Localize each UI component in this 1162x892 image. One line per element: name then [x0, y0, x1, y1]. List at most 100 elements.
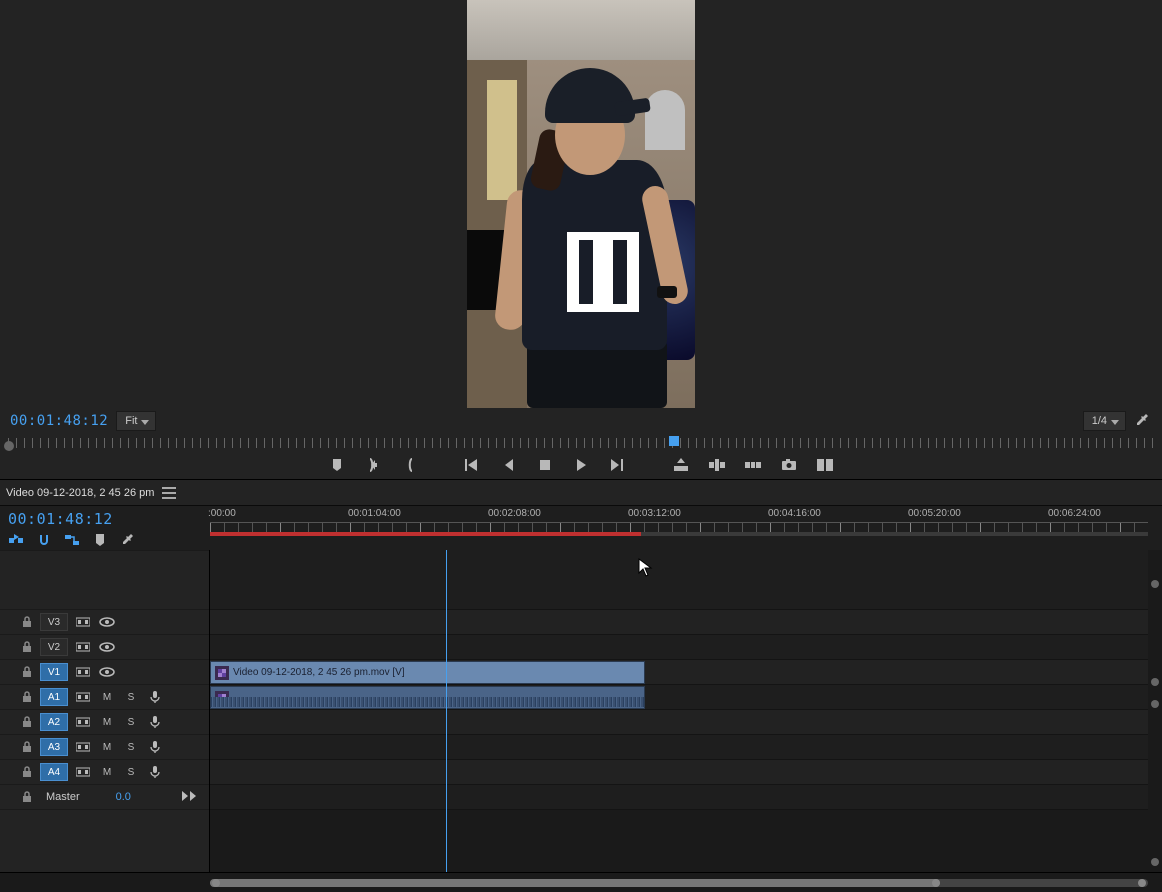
video-lane-v2[interactable] — [210, 635, 1148, 660]
ruler-tick-label: 00:02:08:00 — [488, 508, 541, 519]
timeline-horizontal-scrollbar[interactable] — [0, 872, 1162, 892]
video-clip[interactable]: Video 09-12-2018, 2 45 26 pm.mov [V] — [210, 661, 645, 684]
voice-over-mic-icon[interactable] — [146, 714, 164, 730]
voice-over-mic-icon[interactable] — [146, 739, 164, 755]
lock-icon[interactable] — [20, 716, 34, 728]
solo-button[interactable]: S — [122, 739, 140, 755]
master-track-label: Master — [46, 791, 80, 803]
go-to-out-icon[interactable] — [608, 456, 626, 474]
master-volume-value[interactable]: 0.0 — [116, 791, 131, 803]
timeline-ruler[interactable]: :00:0000:01:04:0000:02:08:0000:03:12:000… — [210, 506, 1162, 536]
toggle-track-visibility-icon[interactable] — [98, 639, 116, 655]
solo-button[interactable]: S — [122, 764, 140, 780]
solo-button[interactable]: S — [122, 714, 140, 730]
transport-controls — [0, 452, 1162, 479]
program-monitor-viewport[interactable] — [0, 0, 1162, 408]
track-lanes[interactable]: Video 09-12-2018, 2 45 26 pm.mov [V] — [210, 550, 1162, 872]
track-output-icon[interactable] — [74, 764, 92, 780]
timeline-tab-bar: Video 09-12-2018, 2 45 26 pm — [0, 480, 1162, 506]
snap-icon[interactable] — [36, 532, 52, 548]
audio-track-header-a4[interactable]: A4 MS — [0, 760, 209, 785]
monitor-scroll-thumb[interactable] — [4, 441, 14, 451]
solo-button[interactable]: S — [122, 689, 140, 705]
toggle-track-visibility-icon[interactable] — [98, 664, 116, 680]
mute-button[interactable]: M — [98, 714, 116, 730]
video-preview-frame — [467, 0, 695, 408]
track-target-v2[interactable]: V2 — [40, 638, 68, 656]
sequence-tab-name[interactable]: Video 09-12-2018, 2 45 26 pm — [6, 487, 154, 499]
step-back-icon[interactable] — [500, 456, 518, 474]
linked-selection-icon[interactable] — [64, 532, 80, 548]
add-marker-icon[interactable] — [328, 456, 346, 474]
track-target-a1[interactable]: A1 — [40, 688, 68, 706]
comparison-view-icon[interactable] — [816, 456, 834, 474]
video-track-header-v1[interactable]: V1 — [0, 660, 209, 685]
go-to-in-icon[interactable] — [464, 456, 482, 474]
voice-over-mic-icon[interactable] — [146, 764, 164, 780]
monitor-playhead-marker[interactable] — [669, 436, 679, 446]
track-target-v3[interactable]: V3 — [40, 613, 68, 631]
lock-icon[interactable] — [20, 741, 34, 753]
play-icon[interactable] — [572, 456, 590, 474]
audio-lane-a2[interactable] — [210, 710, 1148, 735]
video-lane-v3[interactable] — [210, 610, 1148, 635]
lock-icon[interactable] — [20, 691, 34, 703]
track-output-icon[interactable] — [74, 639, 92, 655]
toggle-track-visibility-icon[interactable] — [98, 614, 116, 630]
track-output-icon[interactable] — [74, 614, 92, 630]
audio-clip[interactable] — [210, 686, 645, 709]
track-target-v1[interactable]: V1 — [40, 663, 68, 681]
export-frame-icon[interactable] — [744, 456, 762, 474]
track-target-a2[interactable]: A2 — [40, 713, 68, 731]
ruler-tick-label: 00:04:16:00 — [768, 508, 821, 519]
zoom-fit-dropdown[interactable]: Fit — [116, 411, 156, 431]
camera-icon[interactable] — [780, 456, 798, 474]
lock-icon[interactable] — [20, 666, 34, 678]
lock-icon[interactable] — [20, 766, 34, 778]
track-target-a4[interactable]: A4 — [40, 763, 68, 781]
timeline-settings-icon[interactable] — [120, 532, 136, 548]
monitor-mini-timeline[interactable] — [0, 434, 1162, 452]
lock-icon[interactable] — [22, 791, 32, 803]
mark-in-icon[interactable] — [364, 456, 382, 474]
video-track-header-v3[interactable]: V3 — [0, 610, 209, 635]
audio-lane-a3[interactable] — [210, 735, 1148, 760]
vertical-scrollbar[interactable] — [1148, 550, 1162, 872]
audio-lane-a4[interactable] — [210, 760, 1148, 785]
nest-insert-icon[interactable] — [8, 532, 24, 548]
audio-track-header-a2[interactable]: A2 MS — [0, 710, 209, 735]
lock-icon[interactable] — [20, 616, 34, 628]
ruler-tick-label: :00:00 — [208, 508, 236, 519]
audio-track-header-a1[interactable]: A1 MS — [0, 685, 209, 710]
mute-button[interactable]: M — [98, 764, 116, 780]
master-out-icon[interactable] — [181, 790, 199, 804]
playback-resolution-dropdown[interactable]: 1/4 — [1083, 411, 1126, 431]
timeline-tracks-area: V3V2V1 A1MSA2MSA3MSA4MS Master 0.0 Vide — [0, 550, 1162, 872]
fx-badge-icon[interactable] — [215, 666, 229, 680]
lock-icon[interactable] — [20, 641, 34, 653]
playhead[interactable] — [446, 550, 447, 872]
track-output-icon[interactable] — [74, 739, 92, 755]
play-stop-icon[interactable] — [536, 456, 554, 474]
timeline-timecode[interactable]: 00:01:48:12 — [8, 510, 202, 528]
track-target-a3[interactable]: A3 — [40, 738, 68, 756]
lift-icon[interactable] — [672, 456, 690, 474]
settings-icon[interactable] — [1134, 412, 1152, 430]
mute-button[interactable]: M — [98, 689, 116, 705]
mark-out-icon[interactable] — [400, 456, 418, 474]
zoom-fit-label: Fit — [125, 415, 137, 427]
resolution-label: 1/4 — [1092, 415, 1107, 427]
extract-icon[interactable] — [708, 456, 726, 474]
track-output-icon[interactable] — [74, 689, 92, 705]
monitor-timecode[interactable]: 00:01:48:12 — [10, 413, 108, 429]
audio-track-header-a3[interactable]: A3 MS — [0, 735, 209, 760]
mute-button[interactable]: M — [98, 739, 116, 755]
video-track-header-v2[interactable]: V2 — [0, 635, 209, 660]
panel-menu-icon[interactable] — [162, 487, 176, 499]
timeline-panel: Video 09-12-2018, 2 45 26 pm 00:01:48:12… — [0, 480, 1162, 892]
voice-over-mic-icon[interactable] — [146, 689, 164, 705]
ruler-tick-label: 00:01:04:00 — [348, 508, 401, 519]
add-marker-tool-icon[interactable] — [92, 532, 108, 548]
track-output-icon[interactable] — [74, 714, 92, 730]
track-output-icon[interactable] — [74, 664, 92, 680]
